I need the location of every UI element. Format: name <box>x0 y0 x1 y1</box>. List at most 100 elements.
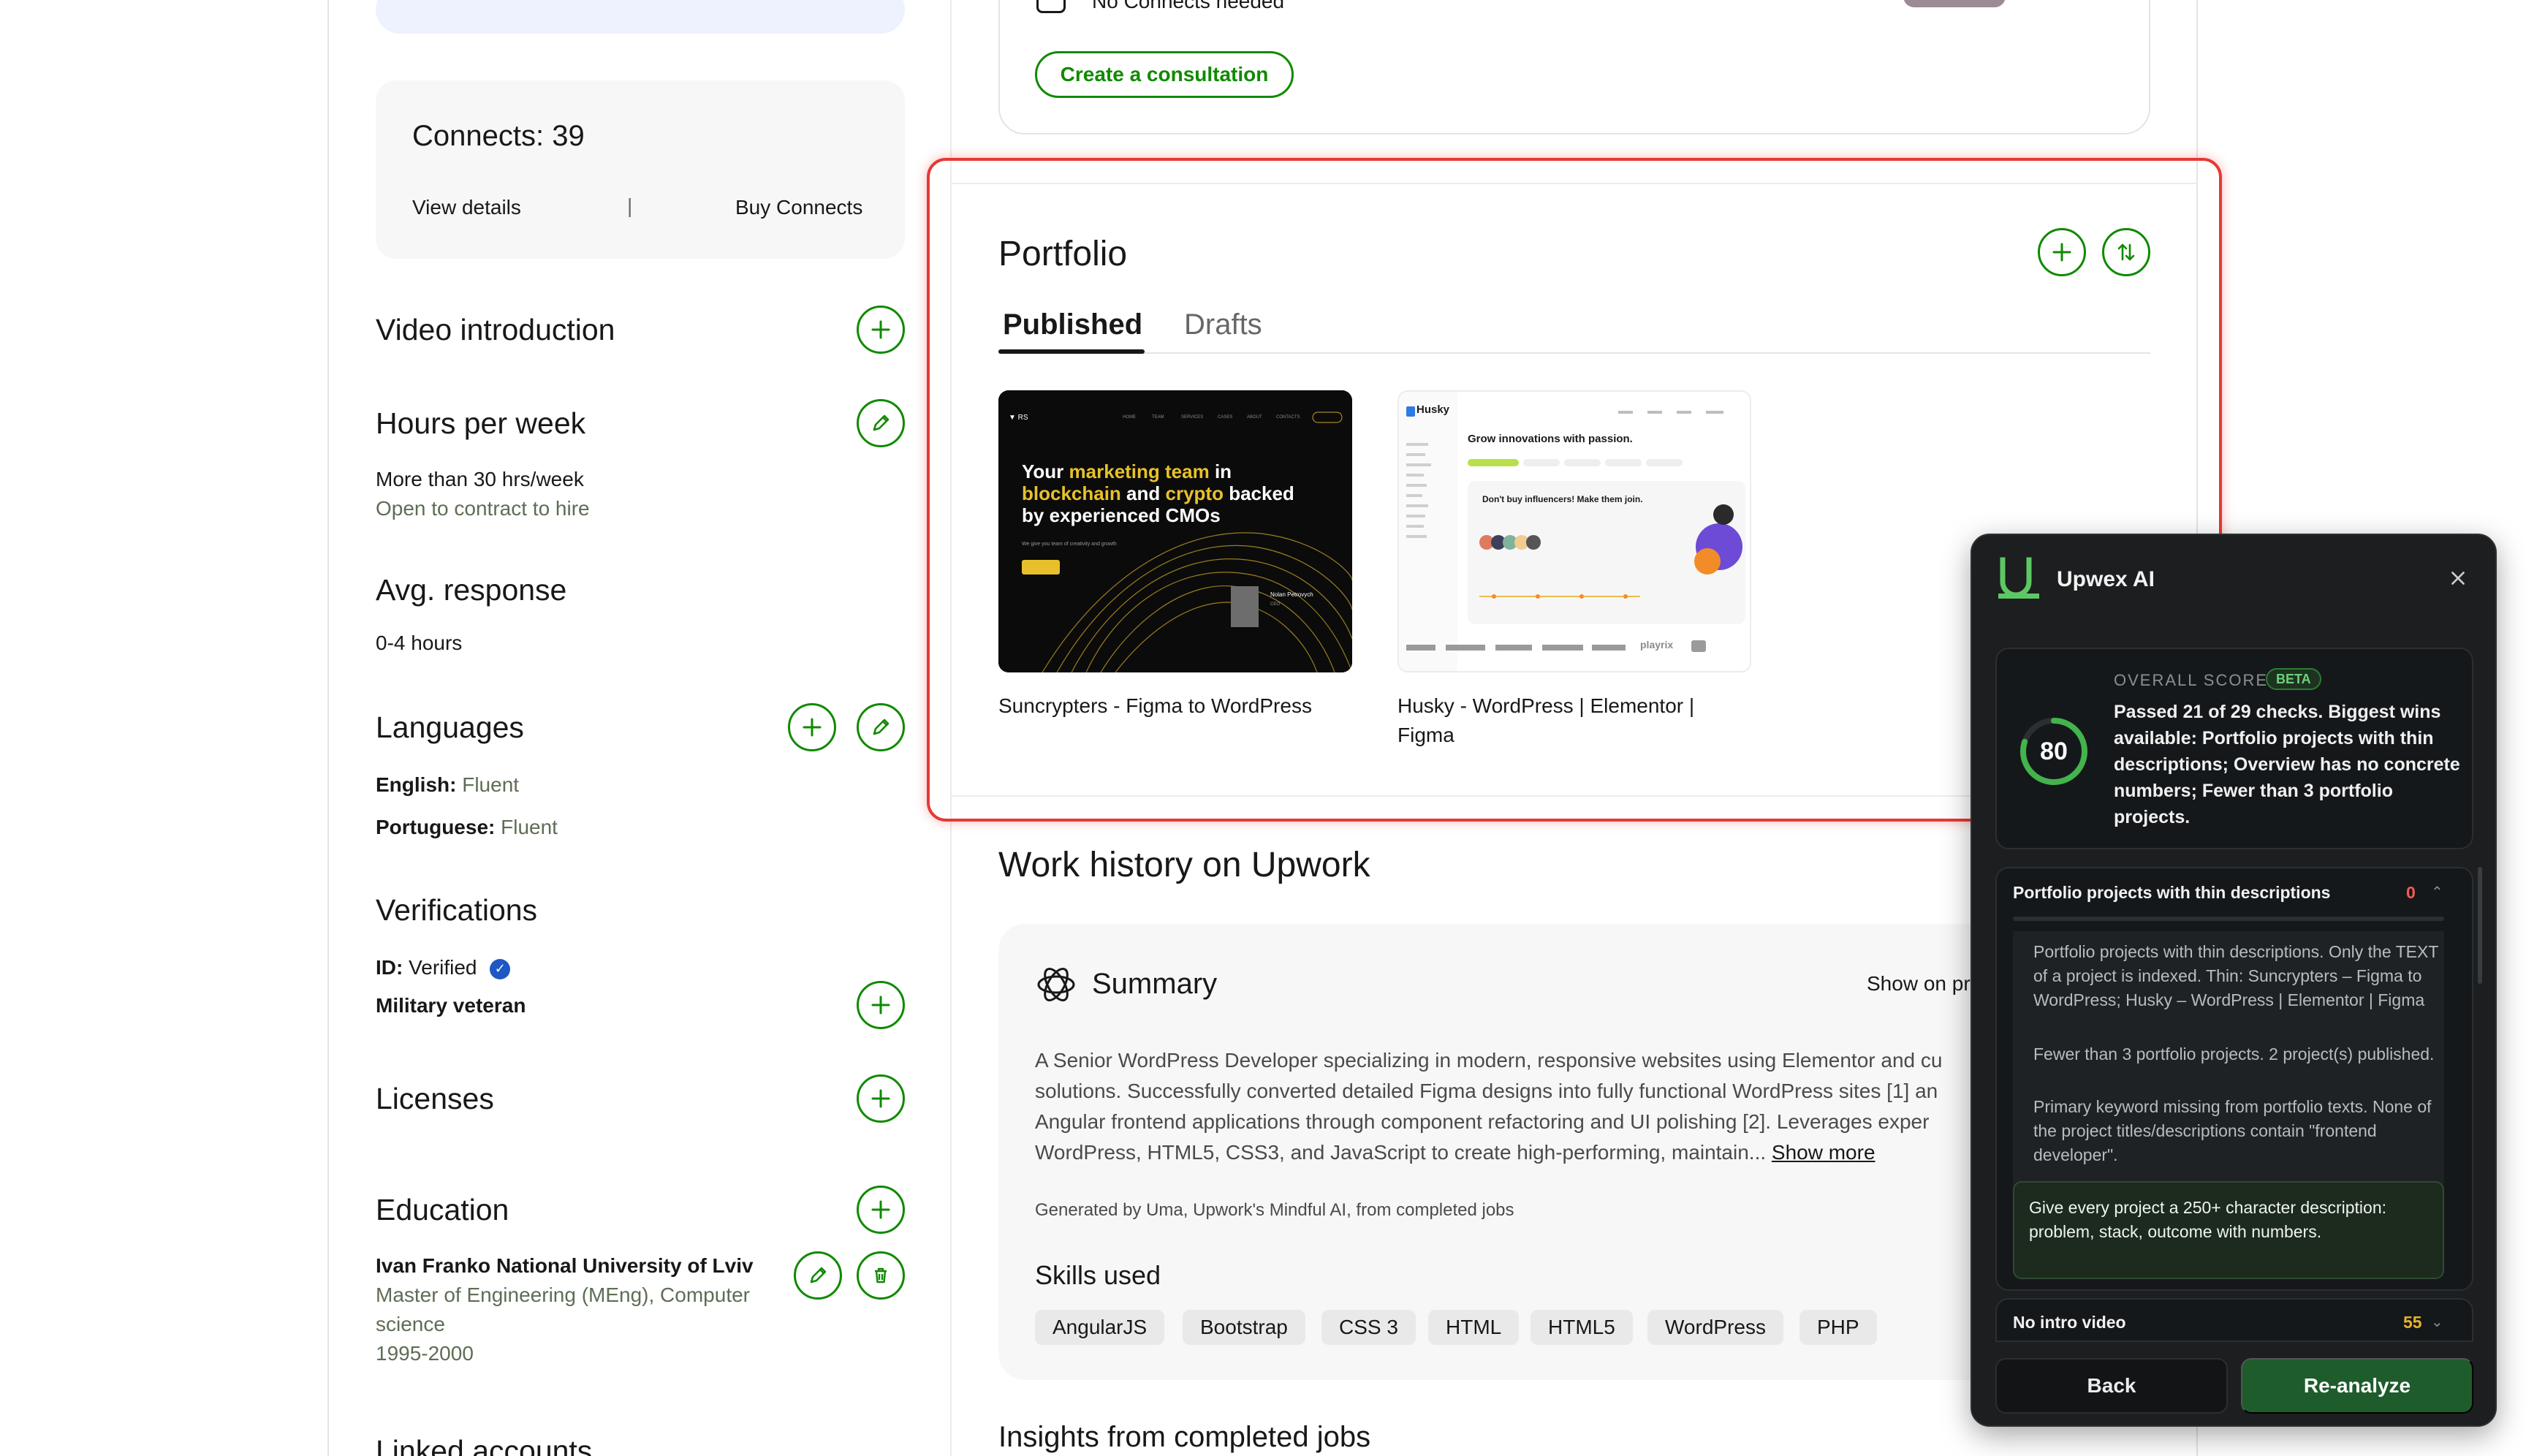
portfolio-title: Portfolio <box>998 235 1128 273</box>
svg-text:CEO: CEO <box>1270 602 1280 607</box>
skill-chip[interactable]: WordPress <box>1647 1310 1783 1345</box>
sort-arrows-icon <box>2117 243 2135 261</box>
buy-connects-link[interactable]: Buy Connects <box>735 196 862 219</box>
add-video-button[interactable] <box>857 306 905 354</box>
consultation-toggle[interactable] <box>1903 0 2006 7</box>
trash-icon <box>875 1267 887 1284</box>
insights-title: Insights from completed jobs <box>998 1421 1371 1453</box>
military-veteran: Military veteran <box>376 994 526 1017</box>
chevron-down-icon[interactable]: ⌄ <box>2431 1313 2443 1331</box>
summary-line: Angular frontend applications through co… <box>1035 1110 1930 1133</box>
ai-spark-icon <box>1037 968 1075 1001</box>
svg-text:HOME: HOME <box>1123 415 1136 420</box>
recommendation-tip: Give every project a 250+ character desc… <box>2013 1181 2444 1279</box>
back-button[interactable]: Back <box>1995 1358 2228 1414</box>
hours-sub: Open to contract to hire <box>376 497 590 520</box>
pencil-icon <box>873 718 890 735</box>
calendar-icon <box>1036 0 1066 13</box>
check-detail-text: Portfolio projects with thin description… <box>2033 942 2438 1009</box>
edit-education-button[interactable] <box>794 1251 842 1300</box>
reanalyze-button[interactable]: Re-analyze <box>2241 1358 2473 1414</box>
languages-heading: Languages <box>376 710 524 744</box>
pencil-icon <box>873 414 890 431</box>
headline-part: Your <box>1022 460 1069 482</box>
portfolio-project-title[interactable]: Suncrypters - Figma to WordPress <box>998 691 1312 721</box>
score-value: 80 <box>2040 737 2068 765</box>
hours-heading: Hours per week <box>376 406 586 440</box>
check-item-collapsed[interactable]: No intro video 55 ⌄ <box>1995 1298 2473 1342</box>
add-verification-button[interactable] <box>857 981 905 1029</box>
skill-chip[interactable]: HTML <box>1428 1310 1520 1345</box>
skill-chip[interactable]: HTML5 <box>1531 1310 1633 1345</box>
portfolio-thumbnail-suncrypters[interactable]: ▼ RS HOME TEAM SERVICES CASES ABOUT CONTACTS… <box>998 390 1352 672</box>
svg-text:ABOUT: ABOUT <box>1247 415 1262 420</box>
edit-language-button[interactable] <box>857 703 905 751</box>
portfolio-project-title[interactable]: Husky - WordPress | Elementor | Figma <box>1397 691 1694 750</box>
overall-score-label: OVERALL SCORE <box>2114 671 2269 689</box>
plus-icon <box>871 1089 890 1108</box>
add-education-button[interactable] <box>857 1186 905 1234</box>
tab-drafts[interactable]: Drafts <box>1184 308 1262 341</box>
tab-published[interactable]: Published <box>1003 308 1142 341</box>
connects-separator: | <box>627 194 633 217</box>
show-more-link[interactable]: Show more <box>1772 1141 1875 1164</box>
sidebar-top-card <box>376 0 905 34</box>
headline-accent: crypto <box>1165 482 1224 504</box>
svg-text:CONTACTS: CONTACTS <box>1276 415 1300 420</box>
language-row: Portuguese: Fluent <box>376 816 558 839</box>
skill-chip[interactable]: PHP <box>1799 1310 1877 1345</box>
active-tab-indicator <box>998 349 1145 354</box>
show-on-profile-toggle[interactable]: Show on pr <box>1867 972 1971 996</box>
summary-line: A Senior WordPress Developer specializin… <box>1035 1049 1943 1072</box>
skill-chip[interactable]: CSS 3 <box>1321 1310 1416 1345</box>
check-score: 0 <box>2406 883 2416 902</box>
language-name: English: <box>376 773 457 796</box>
plus-icon <box>2052 243 2071 262</box>
upwex-ai-panel: Upwex AI 80 OVERALL SCORE BETA Passed 21… <box>1971 534 2497 1427</box>
pencil-icon <box>810 1267 827 1284</box>
add-portfolio-button[interactable] <box>2038 228 2086 276</box>
id-verification: ID: Verified ✓ <box>376 956 511 979</box>
svg-text:▼ RS: ▼ RS <box>1009 414 1028 422</box>
portfolio-thumbnail-husky[interactable]: Husky Grow innovations with passion. Don… <box>1397 390 1751 672</box>
panel-scrollbar[interactable] <box>2478 867 2482 984</box>
headline-part: by experienced CMOs <box>1022 504 1221 526</box>
edit-hours-button[interactable] <box>857 399 905 447</box>
linked-accounts-heading: Linked accounts <box>376 1434 593 1456</box>
create-consultation-button[interactable]: Create a consultation <box>1035 51 1294 98</box>
check-score: 55 <box>2403 1313 2422 1332</box>
plus-icon <box>871 1200 890 1219</box>
reorder-portfolio-button[interactable] <box>2102 228 2150 276</box>
verifications-heading: Verifications <box>376 893 538 927</box>
check-detail-text: Fewer than 3 portfolio projects. 2 proje… <box>2033 1044 2435 1063</box>
add-language-button[interactable] <box>788 703 836 751</box>
add-license-button[interactable] <box>857 1074 905 1123</box>
view-details-link[interactable]: View details <box>412 196 521 219</box>
delete-education-button[interactable] <box>857 1251 905 1300</box>
summary-title: Summary <box>1092 968 1218 1000</box>
skill-chip[interactable]: AngularJS <box>1035 1310 1165 1345</box>
verified-check-icon: ✓ <box>490 958 511 979</box>
summary-line: WordPress, HTML5, CSS3, and JavaScript t… <box>1035 1137 1985 1168</box>
plus-icon <box>871 996 890 1015</box>
skill-chip[interactable]: Bootstrap <box>1183 1310 1305 1345</box>
ai-panel-title: Upwex AI <box>2057 567 2155 591</box>
skills-title: Skills used <box>1035 1260 1161 1290</box>
check-title[interactable]: Portfolio projects with thin description… <box>2013 883 2330 903</box>
generated-by-note: Generated by Uma, Upwork's Mindful AI, f… <box>1035 1200 1514 1220</box>
video-intro-heading: Video introduction <box>376 313 615 346</box>
id-value: Verified <box>409 956 477 979</box>
check-title: No intro video <box>2013 1313 2126 1332</box>
language-level: Fluent <box>462 773 520 796</box>
svg-text:We give you team of creativity: We give you team of creativity and growt… <box>1022 542 1117 547</box>
close-icon[interactable] <box>2447 567 2469 589</box>
headline-accent: blockchain <box>1022 482 1121 504</box>
svg-text:CASES: CASES <box>1218 415 1232 420</box>
summary-text: A Senior WordPress Developer specializin… <box>1035 1045 1985 1168</box>
husky-card-title: Don't buy influencers! Make them join. <box>1482 494 1643 504</box>
language-row: English: Fluent <box>376 773 519 797</box>
education-degree: Master of Engineering (MEng), Computer <box>376 1284 750 1306</box>
upwex-logo-icon <box>1998 557 2039 599</box>
chevron-up-icon[interactable]: ⌃ <box>2431 883 2443 901</box>
summary-line: solutions. Successfully converted detail… <box>1035 1080 1938 1102</box>
